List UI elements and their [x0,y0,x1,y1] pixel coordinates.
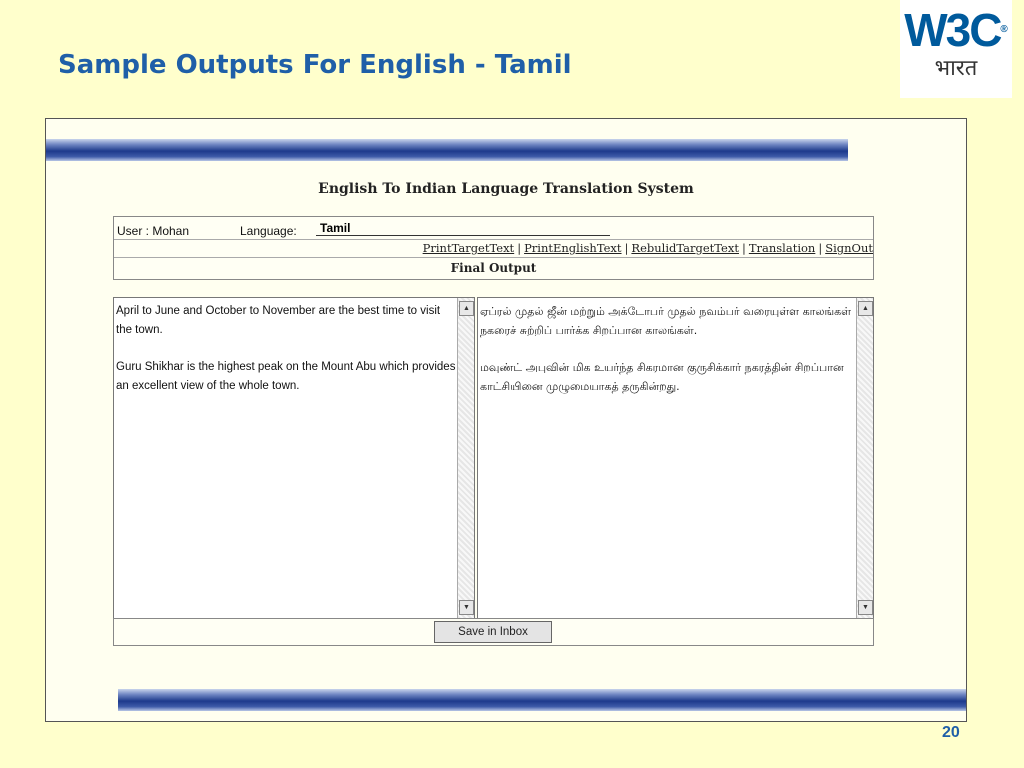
final-output-label: Final Output [450,261,537,275]
print-target-text-link[interactable]: PrintTargetText [423,241,515,255]
screenshot-frame: English To Indian Language Translation S… [45,118,967,722]
footer-bar [118,689,966,711]
english-text-area[interactable]: April to June and October to November ar… [113,297,475,619]
scroll-up-arrow-icon[interactable]: ▲ [858,301,873,316]
save-in-inbox-button[interactable]: Save in Inbox [434,621,552,643]
page-number: 20 [942,724,960,741]
scroll-down-arrow-icon[interactable]: ▼ [858,600,873,615]
tamil-paragraph: ஏப்ரல் முதல் ஜீன் மற்றும் அக்டோபர் முதல்… [480,305,852,337]
tamil-text-area[interactable]: ஏப்ரல் முதல் ஜீன் மற்றும் அக்டோபர் முதல்… [477,297,874,619]
print-english-text-link[interactable]: PrintEnglishText [524,241,621,255]
tamil-paragraph: மவுண்ட் அபுவின் மிக உயர்ந்த சிகரமான குரு… [480,361,844,393]
language-label: Language: [240,224,297,238]
scroll-down-arrow-icon[interactable]: ▼ [459,600,474,615]
tamil-scrollbar[interactable]: ▲ ▼ [856,298,873,618]
registered-mark: ® [1000,24,1008,35]
english-paragraph: Guru Shikhar is the highest peak on the … [116,361,456,392]
rebuild-target-text-link[interactable]: RebulidTargetText [631,241,739,255]
user-row: User : Mohan Language: Tamil [114,217,873,240]
logo-subtext: भारत [934,56,978,81]
scroll-up-arrow-icon[interactable]: ▲ [459,301,474,316]
user-info-panel: User : Mohan Language: Tamil PrintTarget… [113,216,874,280]
logo-text: W3C [904,4,1002,56]
sign-out-link[interactable]: SignOut [825,241,873,255]
app-title: English To Indian Language Translation S… [318,181,694,197]
language-field[interactable]: Tamil [316,221,610,236]
english-scrollbar[interactable]: ▲ ▼ [457,298,474,618]
english-paragraph: April to June and October to November ar… [116,305,441,336]
button-row: Save in Inbox [113,618,874,646]
w3c-india-logo: W3C® भारत [900,0,1012,98]
action-links: PrintTargetText | PrintEnglishText | Rebulid… [114,239,873,258]
header-bar [46,139,848,161]
translation-link[interactable]: Translation [749,241,816,255]
slide-title: Sample Outputs For English - Tamil [58,50,572,80]
user-label: User : Mohan [117,224,190,238]
